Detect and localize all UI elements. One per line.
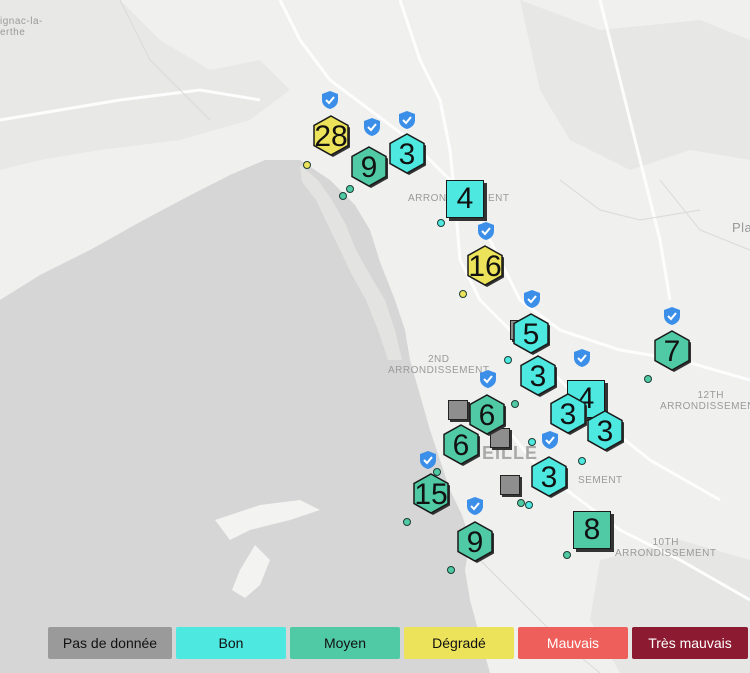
aq-index-value: 3 bbox=[596, 415, 614, 448]
aq-index-value: 3 bbox=[559, 398, 577, 431]
aq-index-value: 4 bbox=[456, 182, 474, 215]
station-dot[interactable] bbox=[525, 501, 533, 509]
station-dot[interactable] bbox=[528, 438, 536, 446]
map-basemap bbox=[0, 0, 750, 673]
verified-shield-icon bbox=[480, 370, 496, 388]
aq-station-marker[interactable]: 8 bbox=[573, 511, 611, 549]
legend-item-tres-mauvais: Très mauvais bbox=[632, 627, 748, 659]
station-dot[interactable] bbox=[511, 400, 519, 408]
station-dot[interactable] bbox=[459, 290, 467, 298]
place-label: ignac-la-erthe bbox=[0, 16, 43, 38]
map-view[interactable]: ignac-la-erthe ARRONDISSEMENT 2NDARRONDI… bbox=[0, 0, 750, 673]
legend-item-bon: Bon bbox=[176, 627, 286, 659]
aq-station-marker[interactable]: 16 bbox=[465, 245, 505, 289]
aq-index-value: 9 bbox=[466, 526, 484, 559]
station-dot[interactable] bbox=[578, 457, 586, 465]
aq-index-value: 8 bbox=[583, 513, 601, 546]
aq-index-value: 7 bbox=[663, 335, 681, 368]
place-label: 2ND ARRONDISSEMENT bbox=[388, 354, 490, 376]
station-dot[interactable] bbox=[303, 161, 311, 169]
no-data-station[interactable] bbox=[500, 475, 520, 495]
station-dot[interactable] bbox=[437, 219, 445, 227]
verified-shield-icon bbox=[399, 111, 415, 129]
aq-index-value: 9 bbox=[360, 151, 378, 184]
aq-index-value: 3 bbox=[398, 138, 416, 171]
aq-station-marker[interactable]: 15 bbox=[411, 473, 451, 517]
aq-index-value: 3 bbox=[540, 461, 558, 494]
station-dot[interactable] bbox=[504, 356, 512, 364]
aq-station-marker[interactable]: 5 bbox=[511, 313, 551, 357]
aq-station-marker[interactable]: 3 bbox=[548, 393, 588, 437]
aq-station-marker[interactable]: 9 bbox=[455, 521, 495, 565]
verified-shield-icon bbox=[478, 222, 494, 240]
aq-station-marker[interactable]: 3 bbox=[529, 456, 569, 500]
legend-item-mauvais: Mauvais bbox=[518, 627, 628, 659]
aq-index-value: 16 bbox=[468, 250, 502, 283]
station-dot[interactable] bbox=[644, 375, 652, 383]
station-dot[interactable] bbox=[447, 566, 455, 574]
place-label: 10TH ARRONDISSEMENT bbox=[615, 537, 717, 559]
place-label: 12THARRONDISSEMENT bbox=[660, 390, 750, 412]
no-data-station[interactable] bbox=[448, 400, 468, 420]
aq-index-value: 15 bbox=[414, 478, 448, 511]
legend-item-degrade: Dégradé bbox=[404, 627, 514, 659]
verified-shield-icon bbox=[574, 349, 590, 367]
aq-station-marker[interactable]: 9 bbox=[349, 146, 389, 190]
station-dot[interactable] bbox=[563, 551, 571, 559]
station-dot[interactable] bbox=[339, 192, 347, 200]
aq-station-marker[interactable]: 28 bbox=[311, 115, 351, 159]
verified-shield-icon bbox=[467, 497, 483, 515]
station-dot[interactable] bbox=[517, 499, 525, 507]
legend-item-no-data: Pas de donnée bbox=[48, 627, 172, 659]
verified-shield-icon bbox=[364, 118, 380, 136]
place-label: Pla bbox=[732, 220, 750, 235]
verified-shield-icon bbox=[664, 307, 680, 325]
aq-station-marker[interactable]: 6 bbox=[441, 424, 481, 468]
place-label: SEMENT bbox=[578, 475, 623, 486]
legend-item-moyen: Moyen bbox=[290, 627, 400, 659]
verified-shield-icon bbox=[420, 451, 436, 469]
aq-index-value: 5 bbox=[522, 318, 540, 351]
aq-station-marker[interactable]: 3 bbox=[585, 410, 625, 454]
aq-index-value: 6 bbox=[452, 429, 470, 462]
verified-shield-icon bbox=[322, 91, 338, 109]
aq-index-value: 28 bbox=[314, 120, 348, 153]
verified-shield-icon bbox=[524, 290, 540, 308]
aq-station-marker[interactable]: 4 bbox=[446, 180, 484, 218]
station-dot[interactable] bbox=[403, 518, 411, 526]
legend: Pas de donnée Bon Moyen Dégradé Mauvais … bbox=[48, 627, 748, 659]
aq-station-marker[interactable]: 3 bbox=[387, 133, 427, 177]
aq-station-marker[interactable]: 7 bbox=[652, 330, 692, 374]
